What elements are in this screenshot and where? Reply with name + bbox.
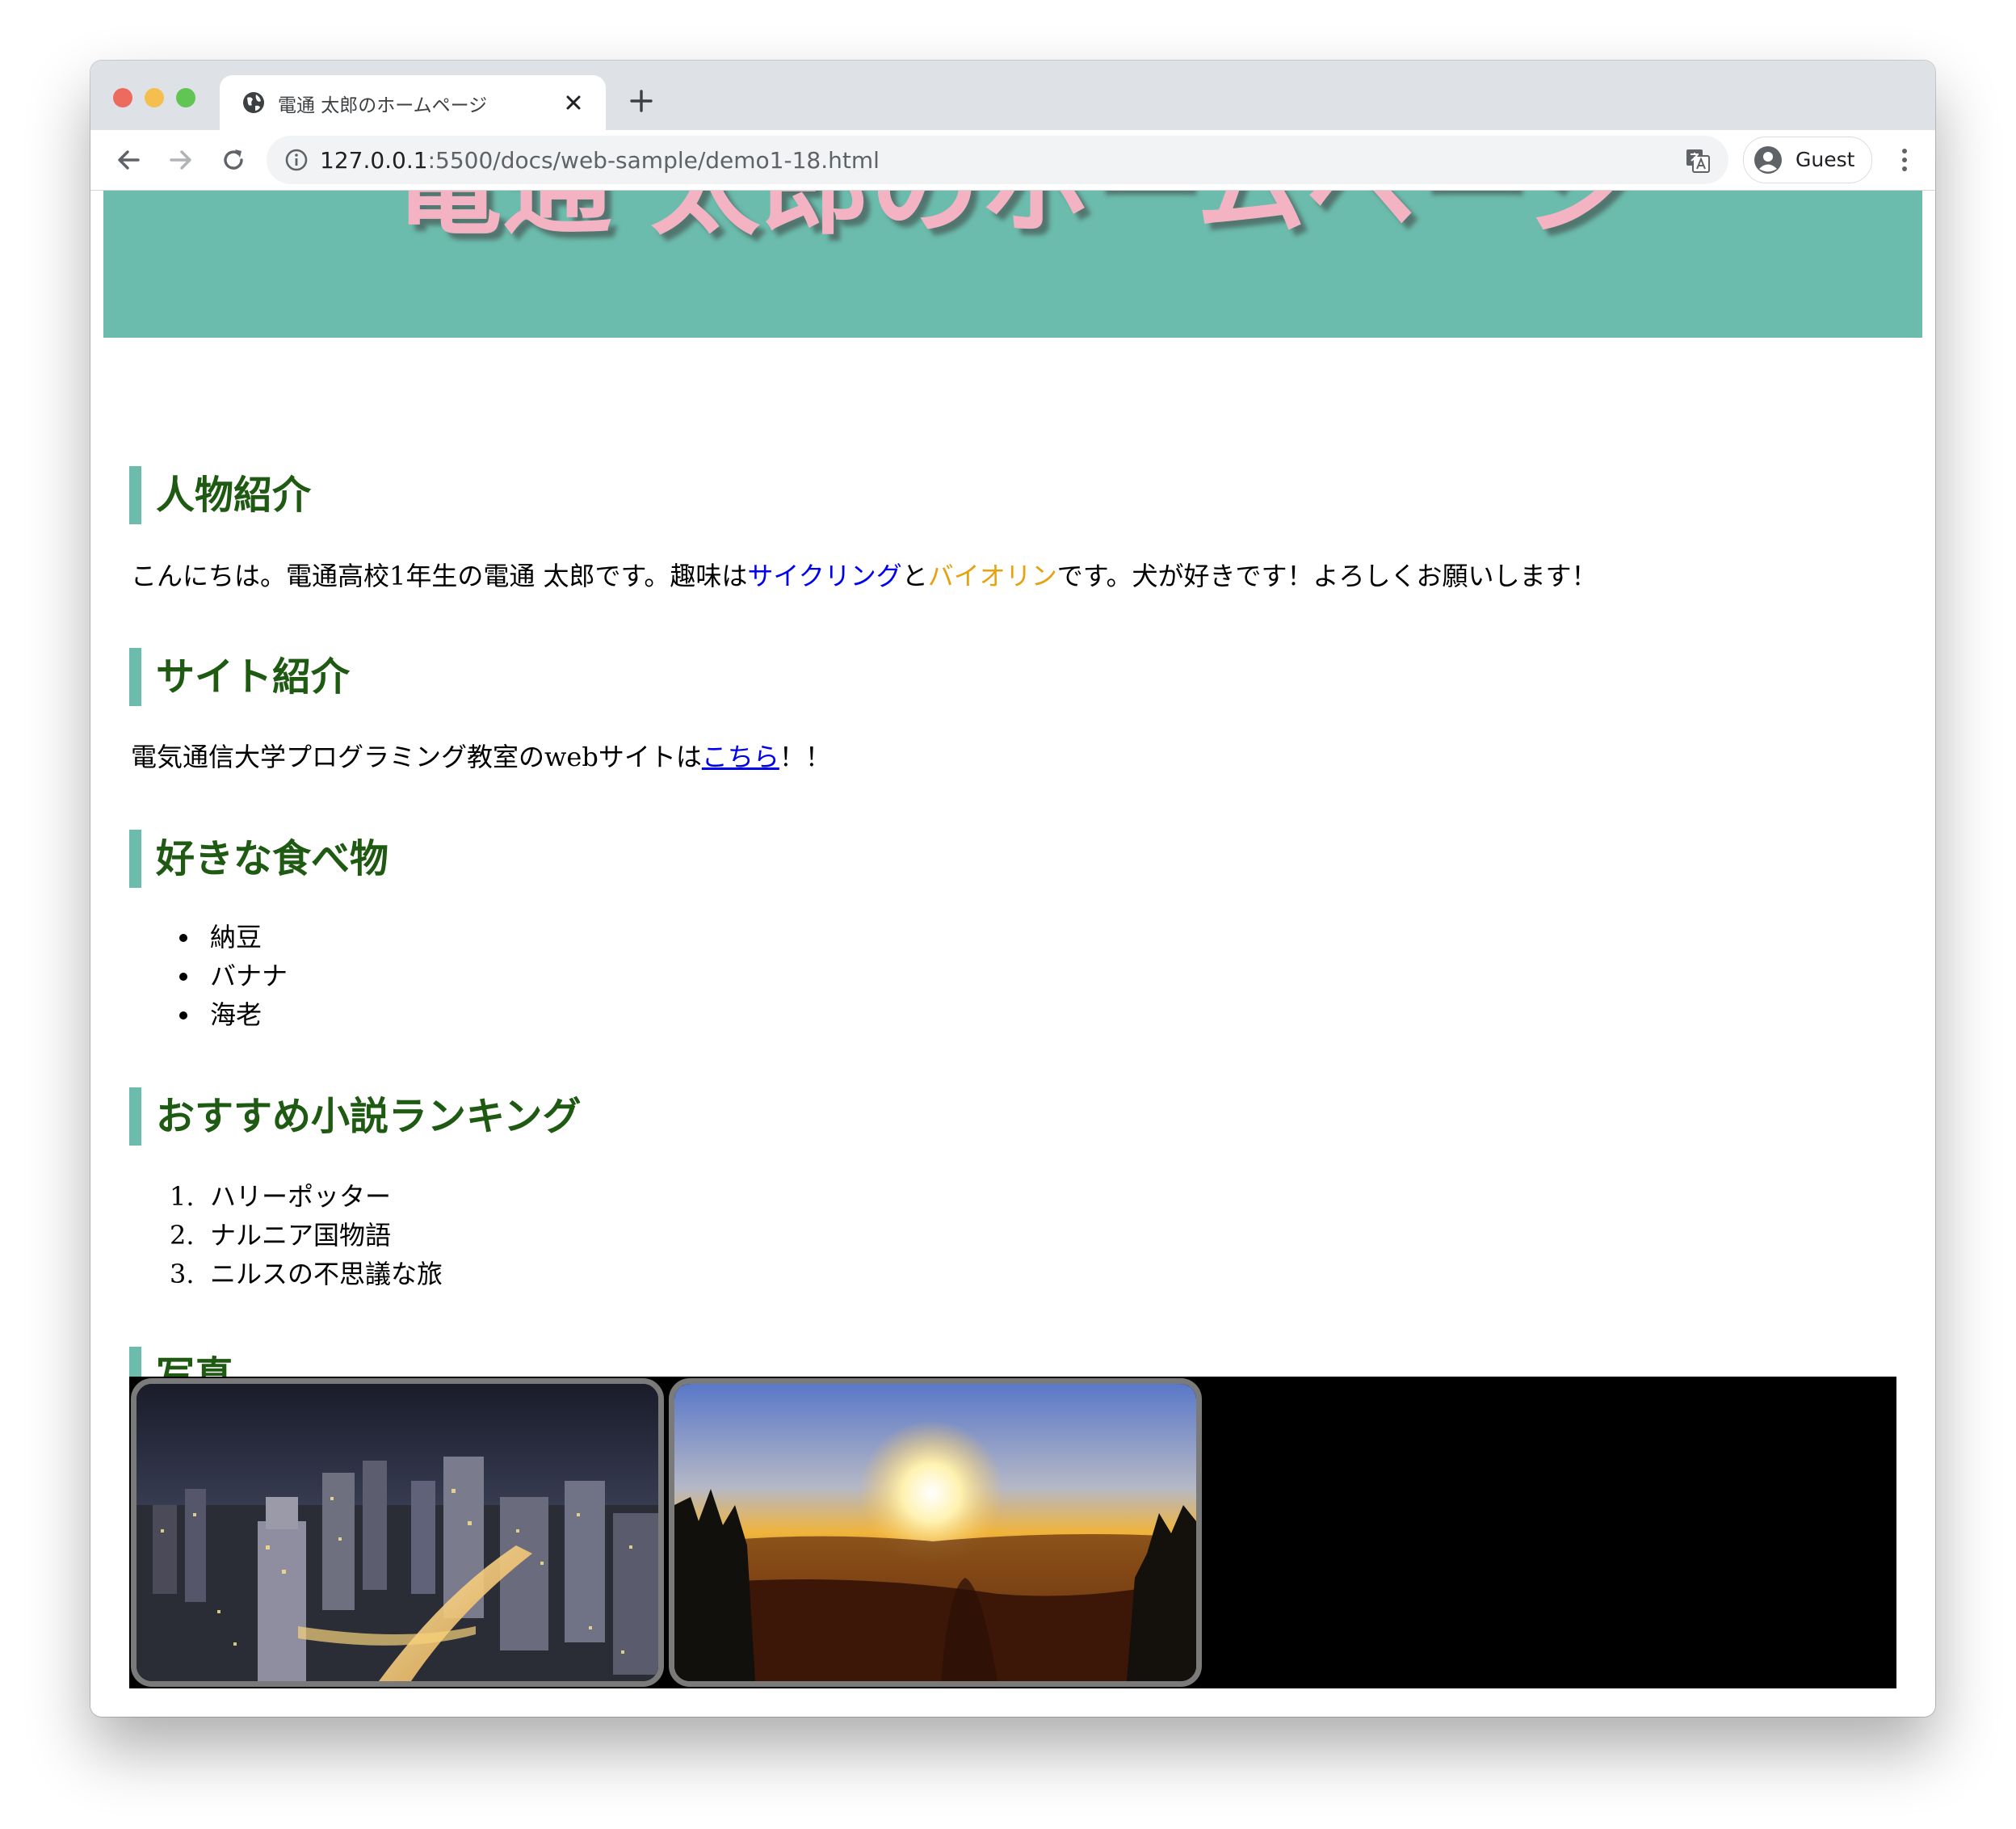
profile-label: Guest [1796,148,1855,171]
page-title: 電通 太郎のホームページ [103,191,1922,256]
novel-item: ニルスの不思議な旅 [210,1259,443,1289]
photo-city-night[interactable] [131,1378,664,1687]
translate-icon[interactable] [1684,147,1712,174]
browser-toolbar: 127.0.0.1:5500/docs/web-sample/demo1-18.… [90,130,1935,191]
heading-site: サイト紹介 [129,648,350,706]
url-path: :5500/docs/web-sample/demo1-18.html [427,147,880,174]
page-viewport: 電通 太郎のホームページ 人物紹介 こんにちは。電通高校1年生の電通 太郎です。… [90,191,1935,1717]
url-text: 127.0.0.1:5500/docs/web-sample/demo1-18.… [320,147,880,174]
food-item: 海老 [210,999,262,1030]
food-item: 納豆 [210,922,262,952]
url-host: 127.0.0.1 [320,147,428,174]
profile-button[interactable]: Guest [1743,137,1872,183]
header-banner: 電通 太郎のホームページ [103,191,1922,338]
tab-title: 電通 太郎のホームページ [278,95,488,116]
reload-icon[interactable] [218,145,249,175]
bullet-icon [179,934,187,942]
photo-gallery [129,1377,1896,1688]
close-window-button[interactable] [113,88,132,107]
guest-avatar-icon [1754,146,1782,174]
rank-number: 3. [170,1259,195,1289]
food-item: バナナ [210,961,288,991]
site-text-end: ！！ [779,742,831,772]
minimize-window-button[interactable] [145,88,164,107]
heading-food: 好きな食べ物 [129,830,388,888]
photo-sunrise[interactable] [669,1378,1202,1687]
plus-icon[interactable] [627,86,656,116]
bullet-icon [179,973,187,981]
hobby-cycling-link[interactable]: サイクリング [747,561,901,591]
tab-active[interactable]: 電通 太郎のホームページ [220,75,606,130]
intro-text: こんにちは。電通高校1年生の電通 太郎です。趣味は [131,561,748,591]
rank-number: 1. [170,1181,195,1212]
intro-joiner: と [901,561,928,591]
rank-number: 2. [170,1220,195,1251]
novel-item: ナルニア国物語 [210,1220,392,1251]
close-icon[interactable] [559,88,588,117]
heading-intro: 人物紹介 [129,466,311,524]
browser-window: 電通 太郎のホームページ 127.0.0.1:5500/docs/web-sam… [90,61,1935,1717]
hobby-violin-link[interactable]: バイオリン [928,561,1057,591]
address-bar[interactable]: 127.0.0.1:5500/docs/web-sample/demo1-18.… [267,136,1728,184]
more-vert-icon[interactable] [1896,145,1913,175]
back-arrow-icon[interactable] [113,145,144,175]
sunrise-image [674,1384,1196,1681]
bullet-icon [179,1011,187,1020]
forward-arrow-icon[interactable] [166,145,196,175]
intro-paragraph: こんにちは。電通高校1年生の電通 太郎です。趣味はサイクリングとバイオリンです。… [131,558,1598,594]
tab-bar: 電通 太郎のホームページ [90,61,1935,130]
globe-icon [243,92,264,113]
info-icon[interactable] [284,148,309,172]
maximize-window-button[interactable] [176,88,195,107]
intro-text-end: です。犬が好きです！よろしくお願いします！ [1056,561,1598,591]
heading-novels: おすすめ小説ランキング [129,1087,582,1146]
city-night-image [136,1384,658,1681]
novel-item: ハリーポッター [210,1181,392,1212]
site-text: 電気通信大学プログラミング教室のwebサイトは [131,742,702,772]
site-link[interactable]: こちら [702,742,779,772]
site-paragraph: 電気通信大学プログラミング教室のwebサイトはこちら！！ [131,739,831,775]
